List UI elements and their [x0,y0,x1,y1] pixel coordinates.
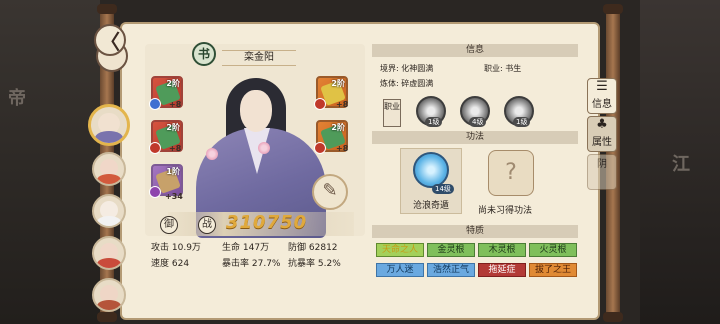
backdrop-glyph: 江 [672,154,690,175]
combat-power-icon: 战 [198,216,216,234]
gear-level: 1级 [425,117,443,127]
job-row: 职业: 书生 [484,63,521,74]
flame-badge-icon [149,142,161,154]
stat-value: 147万 [242,243,270,253]
ghost-icon: ♣ [596,117,608,132]
stat-label: 攻击 [151,243,170,253]
roster-avatar[interactable] [92,194,126,228]
tab-label: 属性 [592,137,612,148]
stat-crit-resist: 抗暴率 5.2% [288,256,341,269]
realm-row: 境界: 化神圆满 [380,63,433,74]
trait-tag[interactable]: 万人迷 [376,263,424,277]
roster-avatar[interactable] [92,152,126,186]
tab-label: 信息 [592,99,612,110]
stat-attack: 攻击 10.9万 [151,240,201,253]
stat-label: 暴击率 [222,259,250,269]
roster-avatar[interactable] [92,236,126,270]
roster-avatar-active[interactable] [88,104,130,146]
character-name: 栾金阳 [222,50,296,66]
stat-value: 27.7% [251,259,281,269]
tab-label: 阴 [597,159,607,170]
trait-tag[interactable]: 天命之人 [376,243,424,257]
realm-value: 化神圆满 [401,64,434,73]
avatar-robe [97,216,121,226]
skills-section-header: 功法 [372,131,578,144]
back-button[interactable]: 〈 [94,24,126,56]
trait-tag[interactable]: 火灵根 [529,243,577,257]
backdrop-glyph: 帝 [8,88,26,109]
slot-level: 2阶 [331,79,345,88]
slot-bonus: +34 [165,192,183,201]
trait-tag[interactable]: 木灵根 [478,243,526,257]
tab-attributes[interactable]: ♣ 属性 [587,116,617,152]
stat-label: 生命 [222,243,241,253]
stat-defense: 防御 62812 [288,240,338,253]
slot-level: 2阶 [331,123,345,132]
trait-tag[interactable]: 拔了之王 [529,263,577,277]
shield-badge-icon [149,98,161,110]
job-label: 职业: [484,64,503,73]
avatar-robe [97,300,121,310]
stat-value: 624 [171,259,190,269]
stat-label: 防御 [288,243,307,253]
refine-label: 炼体: [380,79,399,88]
rod-cap [603,312,623,322]
stat-value: 62812 [308,243,338,253]
flower-decoration [206,148,218,160]
trait-tag[interactable]: 拖延症 [478,263,526,277]
stat-label: 速度 [151,259,170,269]
rod-cap [97,312,117,322]
info-section-header: 信息 [372,44,578,57]
slot-bonus: +8 [169,144,182,153]
tab-hidden[interactable]: 阴 [587,154,617,190]
wave-orb-icon [413,152,449,188]
roster-avatar[interactable] [92,278,126,312]
class-seal-icon: 书 [192,42,216,66]
character-face [240,90,272,132]
slot-bonus: +8 [336,144,349,153]
avatar-robe [97,258,121,268]
flower-decoration [258,142,270,154]
portrait-seal-icon: ✎ [312,174,348,210]
empty-skill-text: 尚未习得功法 [478,206,533,216]
empty-skill-scroll-icon[interactable]: ? [488,150,534,196]
slot-level: 2阶 [166,123,180,132]
refine-row: 炼体: 碎虚圆满 [380,78,433,89]
scroll-icon: ☰ [596,79,608,94]
trait-tag[interactable]: 浩然正气 [427,263,475,277]
refine-value: 碎虚圆满 [401,79,434,88]
stat-crit: 暴击率 27.7% [222,256,280,269]
stat-value: 10.9万 [171,243,201,253]
slot-bonus: +8 [336,100,349,109]
stat-value: 5.2% [317,259,341,269]
flame-badge-icon [314,142,326,154]
tab-info[interactable]: ☰ 信息 [587,78,617,114]
combat-power-value: 310750 [226,212,308,233]
lotus-badge-icon [149,186,161,198]
gear-level: 4级 [469,117,487,127]
job-tag: 职业 [383,99,401,127]
trait-tag[interactable]: 金灵根 [427,243,475,257]
stat-hp: 生命 147万 [222,240,269,253]
realm-label: 境界: [380,64,399,73]
left-backdrop [0,0,100,324]
rod-cap [603,4,623,14]
slot-bonus: +8 [169,100,182,109]
skill-level: 14级 [432,184,454,194]
flame-badge-icon [314,98,326,110]
guard-icon: 御 [160,216,178,234]
stat-speed: 速度 624 [151,256,189,269]
job-value: 书生 [505,64,522,73]
slot-level: 2阶 [166,79,180,88]
gear-level: 1级 [513,117,531,127]
skill-name: 沧浪奇遁 [412,201,449,211]
rod-cap [97,4,117,14]
slot-level: 1阶 [166,167,180,176]
back-arrow-icon: 〈 [100,29,120,54]
stat-label: 抗暴率 [288,259,316,269]
traits-section-header: 特质 [372,225,578,238]
avatar-robe [97,174,121,184]
